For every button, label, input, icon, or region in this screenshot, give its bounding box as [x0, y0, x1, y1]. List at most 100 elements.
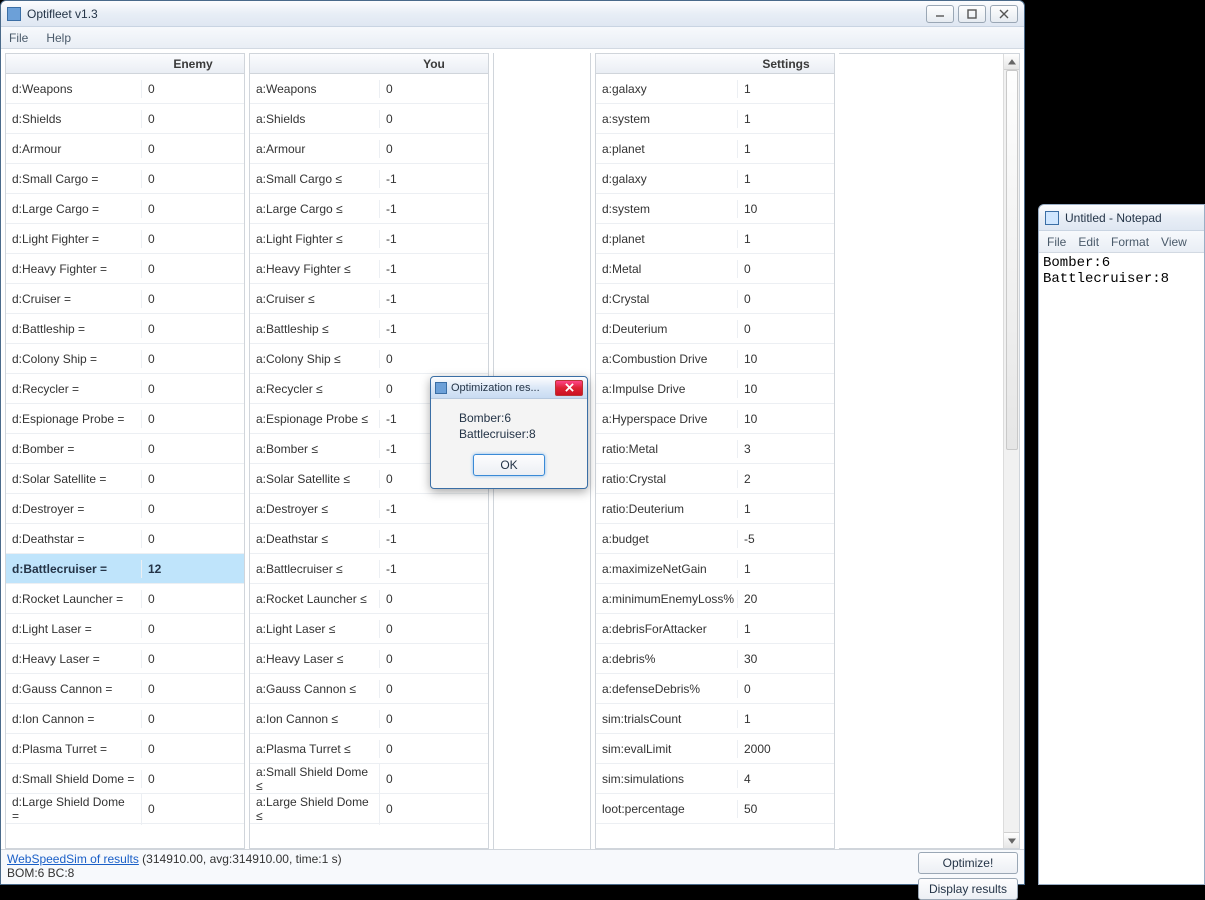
row-label[interactable]: a:Recycler ≤ — [250, 380, 380, 398]
display-results-button[interactable]: Display results — [918, 878, 1018, 900]
table-row[interactable]: d:Rocket Launcher =0 — [6, 584, 244, 614]
row-label[interactable]: d:Battlecruiser = — [6, 560, 142, 578]
row-label[interactable]: d:Bomber = — [6, 440, 142, 458]
table-row[interactable]: ratio:Deuterium1 — [596, 494, 834, 524]
row-value[interactable]: 0 — [142, 770, 244, 788]
table-row[interactable]: a:Combustion Drive10 — [596, 344, 834, 374]
table-row[interactable]: d:Light Fighter =0 — [6, 224, 244, 254]
row-value[interactable]: 0 — [142, 710, 244, 728]
row-value[interactable]: -5 — [738, 530, 834, 548]
row-label[interactable]: d:galaxy — [596, 170, 738, 188]
row-label[interactable]: sim:evalLimit — [596, 740, 738, 758]
table-row[interactable]: d:Espionage Probe =0 — [6, 404, 244, 434]
table-row[interactable]: a:Small Cargo ≤-1 — [250, 164, 488, 194]
vertical-scrollbar[interactable] — [1003, 54, 1019, 848]
scroll-thumb[interactable] — [1006, 70, 1018, 450]
row-value[interactable]: 0 — [142, 800, 244, 818]
row-value[interactable]: 1 — [738, 170, 834, 188]
row-value[interactable]: 0 — [380, 800, 488, 818]
row-value[interactable]: 1 — [738, 560, 834, 578]
close-button[interactable] — [990, 5, 1018, 23]
table-row[interactable]: d:system10 — [596, 194, 834, 224]
table-row[interactable]: d:Cruiser =0 — [6, 284, 244, 314]
table-row[interactable]: d:Deuterium0 — [596, 314, 834, 344]
row-label[interactable]: d:Colony Ship = — [6, 350, 142, 368]
row-label[interactable]: ratio:Crystal — [596, 470, 738, 488]
row-value[interactable]: 0 — [380, 350, 488, 368]
row-value[interactable]: 0 — [142, 590, 244, 608]
dialog-titlebar[interactable]: Optimization res... — [431, 377, 587, 399]
row-value[interactable]: 30 — [738, 650, 834, 668]
row-label[interactable]: a:Light Fighter ≤ — [250, 230, 380, 248]
row-value[interactable]: 2000 — [738, 740, 834, 758]
row-value[interactable]: 0 — [142, 260, 244, 278]
table-row[interactable]: a:Small Shield Dome ≤0 — [250, 764, 488, 794]
table-row[interactable]: a:Plasma Turret ≤0 — [250, 734, 488, 764]
dialog-ok-button[interactable]: OK — [473, 454, 545, 476]
row-label[interactable]: a:Bomber ≤ — [250, 440, 380, 458]
row-label[interactable]: d:planet — [596, 230, 738, 248]
row-value[interactable]: 10 — [738, 200, 834, 218]
table-row[interactable]: a:Light Laser ≤0 — [250, 614, 488, 644]
row-value[interactable]: 1 — [738, 710, 834, 728]
table-row[interactable]: d:Heavy Laser =0 — [6, 644, 244, 674]
table-row[interactable]: d:Destroyer =0 — [6, 494, 244, 524]
row-label[interactable]: a:Cruiser ≤ — [250, 290, 380, 308]
row-value[interactable]: 0 — [380, 650, 488, 668]
row-label[interactable]: d:Light Fighter = — [6, 230, 142, 248]
row-label[interactable]: a:maximizeNetGain — [596, 560, 738, 578]
table-row[interactable]: d:Large Shield Dome =0 — [6, 794, 244, 824]
row-value[interactable]: 0 — [380, 740, 488, 758]
row-value[interactable]: 0 — [380, 590, 488, 608]
row-label[interactable]: a:Shields — [250, 110, 380, 128]
header-you[interactable]: You — [380, 54, 488, 73]
row-value[interactable]: 0 — [142, 320, 244, 338]
scroll-down-arrow-icon[interactable] — [1004, 832, 1019, 848]
table-row[interactable]: d:Small Shield Dome =0 — [6, 764, 244, 794]
row-label[interactable]: a:Small Shield Dome ≤ — [250, 763, 380, 795]
row-label[interactable]: a:Gauss Cannon ≤ — [250, 680, 380, 698]
row-label[interactable]: d:Armour — [6, 140, 142, 158]
optimize-button[interactable]: Optimize! — [918, 852, 1018, 874]
table-row[interactable]: ratio:Crystal2 — [596, 464, 834, 494]
table-row[interactable]: d:Battleship =0 — [6, 314, 244, 344]
row-label[interactable]: d:Plasma Turret = — [6, 740, 142, 758]
row-value[interactable]: 0 — [142, 380, 244, 398]
row-label[interactable]: d:Shields — [6, 110, 142, 128]
table-row[interactable]: d:Bomber =0 — [6, 434, 244, 464]
table-row[interactable]: a:debris%30 — [596, 644, 834, 674]
row-value[interactable]: 0 — [380, 110, 488, 128]
row-value[interactable]: 0 — [738, 680, 834, 698]
row-label[interactable]: a:Battleship ≤ — [250, 320, 380, 338]
row-label[interactable]: d:Rocket Launcher = — [6, 590, 142, 608]
row-label[interactable]: ratio:Metal — [596, 440, 738, 458]
row-label[interactable]: a:Heavy Laser ≤ — [250, 650, 380, 668]
row-label[interactable]: a:Hyperspace Drive — [596, 410, 738, 428]
row-label[interactable]: a:Plasma Turret ≤ — [250, 740, 380, 758]
row-label[interactable]: d:Deuterium — [596, 320, 738, 338]
table-row[interactable]: a:Weapons0 — [250, 74, 488, 104]
table-row[interactable]: a:Colony Ship ≤0 — [250, 344, 488, 374]
table-row[interactable]: a:Battleship ≤-1 — [250, 314, 488, 344]
row-label[interactable]: a:debris% — [596, 650, 738, 668]
row-label[interactable]: a:defenseDebris% — [596, 680, 738, 698]
row-label[interactable]: a:Large Shield Dome ≤ — [250, 793, 380, 825]
row-value[interactable]: 0 — [142, 650, 244, 668]
table-row[interactable]: a:Cruiser ≤-1 — [250, 284, 488, 314]
row-value[interactable]: 0 — [142, 230, 244, 248]
row-value[interactable]: 0 — [142, 440, 244, 458]
menu-file[interactable]: File — [9, 31, 28, 45]
maximize-button[interactable] — [958, 5, 986, 23]
notepad-titlebar[interactable]: Untitled - Notepad — [1039, 205, 1204, 231]
row-value[interactable]: 0 — [738, 290, 834, 308]
status-link[interactable]: WebSpeedSim of results — [7, 852, 139, 866]
row-value[interactable]: 20 — [738, 590, 834, 608]
row-value[interactable]: 0 — [142, 110, 244, 128]
row-value[interactable]: 0 — [738, 260, 834, 278]
row-label[interactable]: a:Large Cargo ≤ — [250, 200, 380, 218]
row-value[interactable]: 0 — [380, 140, 488, 158]
row-value[interactable]: 0 — [142, 410, 244, 428]
table-row[interactable]: ratio:Metal3 — [596, 434, 834, 464]
row-value[interactable]: -1 — [380, 560, 488, 578]
table-row[interactable]: d:Colony Ship =0 — [6, 344, 244, 374]
